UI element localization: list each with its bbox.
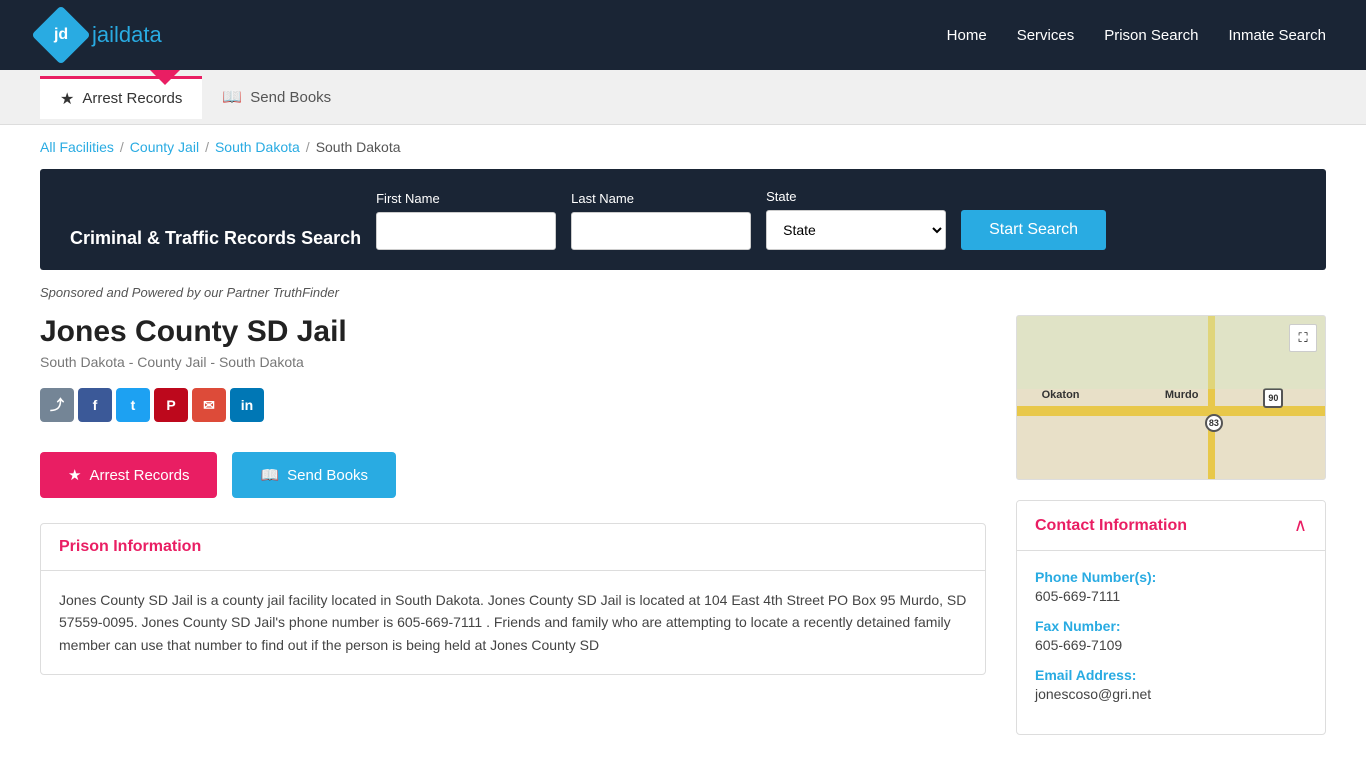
first-name-input[interactable] [376,212,556,250]
phone-field: Phone Number(s): 605-669-7111 [1035,569,1307,604]
breadcrumb-all-facilities[interactable]: All Facilities [40,139,114,155]
fax-value: 605-669-7109 [1035,637,1307,653]
tab-bar: ★ Arrest Records 📖 Send Books [0,70,1366,125]
email-label: Email Address: [1035,667,1307,683]
map-placeholder: 90 83 Okaton Murdo [1017,316,1325,479]
route-83-badge: 83 [1205,414,1223,432]
star-icon-btn: ★ [68,466,81,484]
pinterest-button[interactable]: P [154,388,188,422]
last-name-input[interactable] [571,212,751,250]
main-content: Jones County SD Jail South Dakota - Coun… [0,315,1366,765]
breadcrumb-current: South Dakota [316,139,401,155]
star-icon: ★ [60,89,74,109]
logo-text: jaildata [92,22,162,48]
prison-info-header: Prison Information [41,524,985,571]
nav-home[interactable]: Home [947,27,987,44]
nav-prison-search[interactable]: Prison Search [1104,27,1198,44]
contact-card: Contact Information ∧ Phone Number(s): 6… [1016,500,1326,735]
main-nav: Home Services Prison Search Inmate Searc… [947,27,1326,44]
logo-data: data [119,22,162,47]
tab-arrest-records[interactable]: ★ Arrest Records [40,76,202,119]
book-icon: 📖 [222,87,242,107]
breadcrumb: All Facilities / County Jail / South Dak… [0,125,1366,169]
map-label-murdo: Murdo [1165,389,1199,401]
map-footer: Google ⌨ Map Data Terms Report a map err… [1017,479,1325,480]
fax-label: Fax Number: [1035,618,1307,634]
breadcrumb-south-dakota[interactable]: South Dakota [215,139,300,155]
book-icon-btn: 📖 [260,466,279,484]
left-column: Jones County SD Jail South Dakota - Coun… [40,315,986,735]
contact-card-body: Phone Number(s): 605-669-7111 Fax Number… [1017,551,1325,734]
phone-label: Phone Number(s): [1035,569,1307,585]
breadcrumb-sep-3: / [306,139,310,155]
nav-services[interactable]: Services [1017,27,1075,44]
logo-area: jd jaildata [40,14,162,56]
search-bar: Criminal & Traffic Records Search First … [40,169,1326,270]
action-buttons: ★ Arrest Records 📖 Send Books [40,452,986,498]
last-name-field: Last Name [571,191,751,250]
linkedin-button[interactable]: in [230,388,264,422]
route-90-badge: 90 [1263,388,1283,408]
breadcrumb-sep-2: / [205,139,209,155]
tab-arrest-records-label: Arrest Records [82,90,182,107]
prison-info-title: Prison Information [59,538,967,556]
logo-diamond-icon: jd [31,5,90,64]
fax-field: Fax Number: 605-669-7109 [1035,618,1307,653]
contact-card-header: Contact Information ∧ [1017,501,1325,551]
twitter-button[interactable]: t [116,388,150,422]
map-container: 90 83 Okaton Murdo ⛶ Google ⌨ Map Data T… [1016,315,1326,480]
facebook-button[interactable]: f [78,388,112,422]
share-button[interactable]: ⤴ [40,388,74,422]
breadcrumb-county-jail[interactable]: County Jail [130,139,199,155]
state-select[interactable]: State [766,210,946,250]
email-field: Email Address: jonescoso@gri.net [1035,667,1307,702]
state-field: State State [766,189,946,250]
last-name-label: Last Name [571,191,751,206]
first-name-field: First Name [376,191,556,250]
map-terrain-top [1017,316,1325,389]
prison-info-body: Jones County SD Jail is a county jail fa… [41,571,985,674]
first-name-label: First Name [376,191,556,206]
site-header: jd jaildata Home Services Prison Search … [0,0,1366,70]
email-value: jonescoso@gri.net [1035,686,1307,702]
contact-header-title: Contact Information [1035,517,1187,535]
facility-subtitle: South Dakota - County Jail - South Dakot… [40,354,986,370]
start-search-button[interactable]: Start Search [961,210,1106,250]
social-share: ⤴ f t P ✉ in [40,388,986,422]
phone-value: 605-669-7111 [1035,588,1307,604]
logo-jail: jail [92,22,119,47]
chevron-up-icon[interactable]: ∧ [1294,515,1307,536]
nav-inmate-search[interactable]: Inmate Search [1228,27,1326,44]
prison-info-box: Prison Information Jones County SD Jail … [40,523,986,675]
send-books-label: Send Books [287,467,368,484]
email-button[interactable]: ✉ [192,388,226,422]
arrest-records-button[interactable]: ★ Arrest Records [40,452,217,498]
right-column: 90 83 Okaton Murdo ⛶ Google ⌨ Map Data T… [1016,315,1326,735]
send-books-button[interactable]: 📖 Send Books [232,452,396,498]
map-fullscreen-button[interactable]: ⛶ [1289,324,1317,352]
facility-title: Jones County SD Jail [40,315,986,349]
map-label-okaton: Okaton [1042,389,1080,401]
search-bar-title: Criminal & Traffic Records Search [70,227,361,250]
arrest-records-label: Arrest Records [89,467,189,484]
tab-send-books-label: Send Books [250,89,331,106]
map-background: 90 83 Okaton Murdo [1017,316,1325,479]
state-label: State [766,189,946,204]
breadcrumb-sep-1: / [120,139,124,155]
sponsored-text: Sponsored and Powered by our Partner Tru… [0,285,1366,315]
logo-jd-text: jd [54,26,68,44]
tab-send-books[interactable]: 📖 Send Books [202,77,351,117]
